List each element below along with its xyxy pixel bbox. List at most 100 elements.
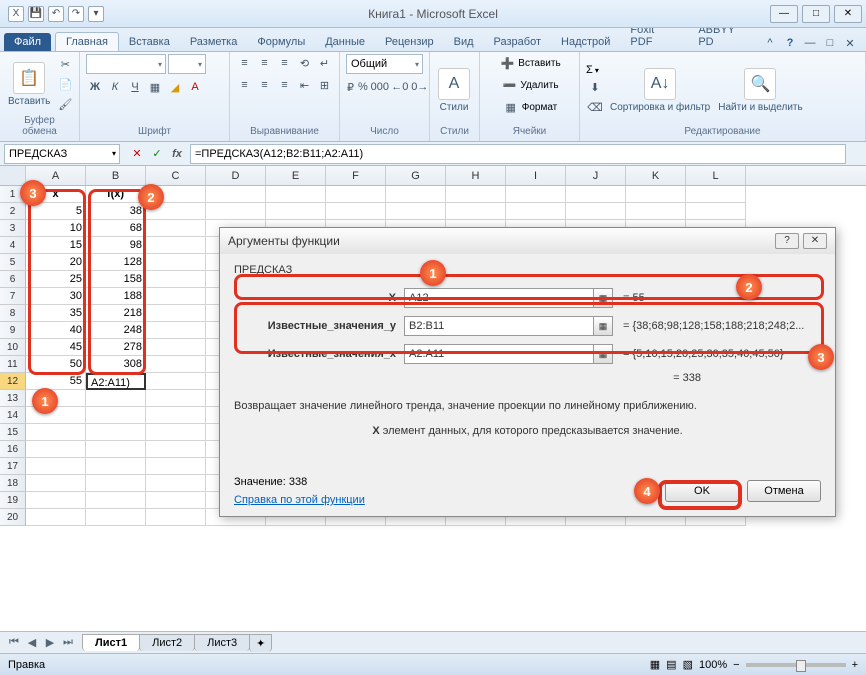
col-G[interactable]: G — [386, 166, 446, 185]
cell[interactable] — [26, 458, 86, 475]
cell[interactable] — [206, 203, 266, 220]
zoom-slider[interactable] — [746, 663, 846, 667]
sheet-new-icon[interactable]: ✦ — [249, 634, 272, 652]
cell[interactable]: 20 — [26, 254, 86, 271]
col-J[interactable]: J — [566, 166, 626, 185]
col-F[interactable]: F — [326, 166, 386, 185]
row-header[interactable]: 18 — [0, 475, 26, 492]
zoom-level[interactable]: 100% — [699, 659, 727, 671]
cell[interactable] — [146, 203, 206, 220]
col-B[interactable]: B — [86, 166, 146, 185]
row-header[interactable]: 5 — [0, 254, 26, 271]
find-select-button[interactable]: 🔍Найти и выделить — [716, 66, 804, 115]
cell[interactable]: 40 — [26, 322, 86, 339]
cell[interactable] — [86, 441, 146, 458]
row-header[interactable]: 19 — [0, 492, 26, 509]
zoom-in-icon[interactable]: + — [852, 659, 858, 671]
sheet-tab-2[interactable]: Лист2 — [139, 634, 195, 651]
doc-close-icon[interactable]: ✕ — [842, 35, 858, 51]
align-top-icon[interactable]: ≡ — [236, 54, 254, 72]
doc-restore-icon[interactable]: □ — [822, 35, 838, 51]
tab-developer[interactable]: Разработ — [484, 33, 551, 51]
doc-minimize-icon[interactable]: — — [802, 35, 818, 51]
cell[interactable] — [266, 203, 326, 220]
cell[interactable]: 128 — [86, 254, 146, 271]
clear-icon[interactable]: ⌫ — [586, 98, 604, 116]
row-header[interactable]: 2 — [0, 203, 26, 220]
comma-icon[interactable]: 000 — [371, 78, 389, 96]
ref-button-x[interactable]: ▦ — [593, 288, 613, 308]
cell[interactable] — [26, 475, 86, 492]
view-break-icon[interactable]: ▧ — [683, 658, 693, 671]
row-header[interactable]: 16 — [0, 441, 26, 458]
sheet-tab-3[interactable]: Лист3 — [194, 634, 250, 651]
col-C[interactable]: C — [146, 166, 206, 185]
tab-insert[interactable]: Вставка — [119, 33, 180, 51]
row-header[interactable]: 15 — [0, 424, 26, 441]
cell[interactable] — [146, 220, 206, 237]
row-header[interactable]: 8 — [0, 305, 26, 322]
format-painter-icon[interactable]: 🖌 — [56, 96, 74, 114]
cell[interactable]: 278 — [86, 339, 146, 356]
border-icon[interactable]: ▦ — [146, 78, 164, 96]
cell[interactable]: 10 — [26, 220, 86, 237]
tab-review[interactable]: Рецензир — [375, 33, 444, 51]
formula-input[interactable]: =ПРЕДСКАЗ(A12;B2:B11;A2:A11) — [190, 144, 846, 164]
cell[interactable] — [146, 288, 206, 305]
font-size-combo[interactable] — [168, 54, 206, 74]
cell[interactable] — [26, 492, 86, 509]
row-header[interactable]: 6 — [0, 271, 26, 288]
fill-icon[interactable]: ⬇ — [586, 78, 604, 96]
cells-format[interactable]: ▦Формат — [502, 98, 558, 116]
cell[interactable] — [386, 203, 446, 220]
row-header[interactable]: 10 — [0, 339, 26, 356]
tab-home[interactable]: Главная — [55, 32, 119, 51]
cell[interactable] — [626, 186, 686, 203]
cell[interactable] — [146, 356, 206, 373]
tab-view[interactable]: Вид — [444, 33, 484, 51]
cell[interactable] — [686, 203, 746, 220]
currency-icon[interactable]: ₽ — [346, 78, 355, 96]
cell[interactable] — [86, 458, 146, 475]
minimize-button[interactable]: — — [770, 5, 798, 23]
name-box[interactable]: ПРЕДСКАЗ — [4, 144, 120, 164]
font-name-combo[interactable] — [86, 54, 166, 74]
bold-icon[interactable]: Ж — [86, 78, 104, 96]
enter-formula-icon[interactable]: ✓ — [148, 145, 166, 163]
cancel-formula-icon[interactable]: ✕ — [128, 145, 146, 163]
percent-icon[interactable]: % — [357, 78, 369, 96]
arg-input-y[interactable]: B2:B11 — [404, 316, 594, 336]
close-button[interactable]: ✕ — [834, 5, 862, 23]
cell[interactable]: 188 — [86, 288, 146, 305]
save-icon[interactable]: 💾 — [28, 6, 44, 22]
cell[interactable] — [146, 271, 206, 288]
align-center-icon[interactable]: ≡ — [256, 76, 274, 94]
col-E[interactable]: E — [266, 166, 326, 185]
col-H[interactable]: H — [446, 166, 506, 185]
font-color-icon[interactable]: A — [186, 78, 204, 96]
sheet-first-icon[interactable]: ⏮ — [6, 636, 22, 649]
cell[interactable]: 25 — [26, 271, 86, 288]
maximize-button[interactable]: □ — [802, 5, 830, 23]
row-header[interactable]: 1 — [0, 186, 26, 203]
cell[interactable] — [146, 254, 206, 271]
cell[interactable] — [506, 186, 566, 203]
cell[interactable]: 30 — [26, 288, 86, 305]
ok-button[interactable]: OK — [665, 480, 739, 502]
col-L[interactable]: L — [686, 166, 746, 185]
row-header[interactable]: 17 — [0, 458, 26, 475]
ref-button-kx[interactable]: ▦ — [593, 344, 613, 364]
cell[interactable] — [146, 458, 206, 475]
align-mid-icon[interactable]: ≡ — [256, 54, 274, 72]
cell[interactable] — [446, 203, 506, 220]
cell[interactable] — [146, 492, 206, 509]
row-header[interactable]: 12 — [0, 373, 26, 390]
align-right-icon[interactable]: ≡ — [276, 76, 294, 94]
sheet-prev-icon[interactable]: ◀ — [24, 636, 40, 649]
cell[interactable] — [86, 492, 146, 509]
cells-insert[interactable]: ➕Вставить — [498, 54, 560, 72]
row-header[interactable]: 7 — [0, 288, 26, 305]
help-icon[interactable]: ? — [782, 35, 798, 51]
orientation-icon[interactable]: ⟲ — [296, 54, 314, 72]
cell[interactable] — [506, 203, 566, 220]
